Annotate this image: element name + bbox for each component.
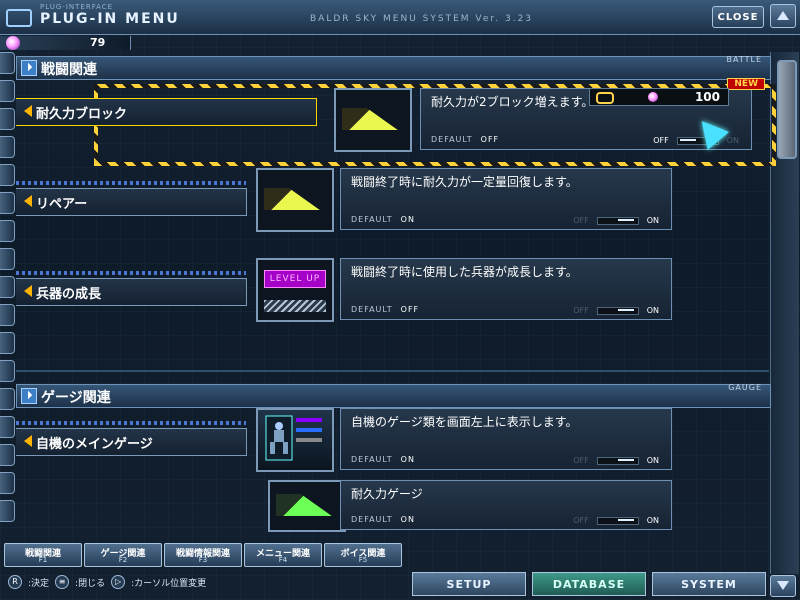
selection-cursor-icon bbox=[696, 118, 726, 144]
chevron-left-icon bbox=[24, 195, 32, 207]
toggle[interactable]: OFF ON bbox=[573, 216, 659, 225]
side-tab bbox=[0, 360, 15, 382]
chevron-logo-icon bbox=[6, 9, 32, 27]
chevron-left-icon bbox=[24, 435, 32, 447]
toggle[interactable]: OFF ON bbox=[573, 306, 659, 315]
plugin-name-plate[interactable]: 耐久力ブロック bbox=[16, 98, 317, 126]
plugin-name-plate[interactable]: 兵器の成長 bbox=[16, 271, 247, 306]
plugin-thumbnail bbox=[334, 88, 412, 152]
side-tab bbox=[0, 500, 15, 522]
top-bar: PLUG-INTERFACE PLUG-IN MENU BALDR SKY ME… bbox=[0, 0, 800, 35]
plugin-description: 戦闘終了時に使用した兵器が成長します。 bbox=[351, 265, 578, 279]
default-value: DEFAULT OFF bbox=[351, 305, 420, 314]
tab-voice[interactable]: ボイス関連 F5 bbox=[324, 543, 402, 567]
function-tabs: 戦闘関連 F1 ゲージ関連 F2 戦闘情報関連 F3 メニュー関連 F4 ボイス… bbox=[4, 543, 764, 569]
plugin-thumbnail bbox=[256, 168, 334, 232]
plugin-description: 耐久力ゲージ bbox=[351, 487, 423, 501]
plugin-description: 戦闘終了時に耐久力が一定量回復します。 bbox=[351, 175, 578, 189]
button-r-icon: R bbox=[8, 575, 22, 589]
side-tab bbox=[0, 276, 15, 298]
plugin-name: 耐久力ブロック bbox=[36, 107, 128, 122]
toggle[interactable]: OFF ON bbox=[573, 516, 659, 525]
gem-icon bbox=[648, 92, 658, 102]
subtitle: PLUG-INTERFACE bbox=[40, 3, 114, 11]
points-count: 79 bbox=[90, 36, 106, 49]
scroll-up-icon[interactable] bbox=[770, 4, 796, 28]
side-tab bbox=[0, 108, 15, 130]
plugin-thumbnail bbox=[256, 408, 334, 472]
scroll-thumb[interactable] bbox=[777, 60, 797, 159]
plugin-description: 自機のゲージ類を画面左上に表示します。 bbox=[351, 415, 578, 429]
side-tab bbox=[0, 164, 15, 186]
plugin-description-panel: 自機のゲージ類を画面左上に表示します。 DEFAULT ON OFF ON bbox=[340, 408, 672, 470]
side-tab bbox=[0, 332, 15, 354]
new-badge: NEW bbox=[727, 78, 765, 90]
plugin-description-panel: 耐久力ゲージ DEFAULT ON OFF ON bbox=[340, 480, 672, 530]
scroll-down-icon[interactable] bbox=[770, 575, 796, 597]
side-tab bbox=[0, 136, 15, 158]
plugin-name: 自機のメインゲージ bbox=[36, 437, 153, 452]
left-tab-strip bbox=[0, 52, 16, 540]
side-tab bbox=[0, 304, 15, 326]
plugin-description-panel: 戦闘終了時に耐久力が一定量回復します。 DEFAULT ON OFF ON bbox=[340, 168, 672, 230]
plugin-thumbnail bbox=[268, 480, 346, 532]
toggle[interactable]: OFF ON bbox=[573, 456, 659, 465]
chevron-left-icon bbox=[24, 105, 32, 117]
tab-menu[interactable]: メニュー関連 F4 bbox=[244, 543, 322, 567]
side-tab bbox=[0, 220, 15, 242]
section-tag: GAUGE bbox=[728, 383, 762, 392]
control-hints: R :決定 ≡ :閉じる ▷ :カーソル位置変更 bbox=[8, 575, 206, 589]
side-tab bbox=[0, 248, 15, 270]
page-title: PLUG-IN MENU bbox=[40, 11, 180, 27]
side-tab bbox=[0, 52, 15, 74]
tab-gauge[interactable]: ゲージ関連 F2 bbox=[84, 543, 162, 567]
side-tab bbox=[0, 192, 15, 214]
tab-battle-info[interactable]: 戦闘情報関連 F3 bbox=[164, 543, 242, 567]
chevron-left-icon bbox=[24, 285, 32, 297]
system-button[interactable]: SYSTEM bbox=[652, 572, 766, 596]
plugin-name-plate[interactable]: リペアー bbox=[16, 181, 247, 216]
dpad-icon: ▷ bbox=[111, 575, 126, 589]
side-tab bbox=[0, 80, 15, 102]
menu-button-icon: ≡ bbox=[55, 575, 70, 589]
section-tag: BATTLE bbox=[726, 55, 762, 64]
key-icon bbox=[596, 92, 614, 104]
default-value: DEFAULT ON bbox=[351, 515, 415, 524]
setup-button[interactable]: SETUP bbox=[412, 572, 526, 596]
section-title: ゲージ関連 bbox=[41, 390, 111, 406]
default-value: DEFAULT OFF bbox=[431, 135, 500, 144]
side-tab bbox=[0, 444, 15, 466]
arrow-down-right-icon bbox=[21, 60, 37, 76]
plugin-description-panel: 戦闘終了時に使用した兵器が成長します。 DEFAULT OFF OFF ON bbox=[340, 258, 672, 320]
arrow-down-right-icon bbox=[21, 388, 37, 404]
close-button[interactable]: CLOSE bbox=[712, 6, 764, 28]
plugin-name: リペアー bbox=[36, 197, 88, 212]
default-value: DEFAULT ON bbox=[351, 215, 415, 224]
side-tab bbox=[0, 416, 15, 438]
cost-panel: 100 bbox=[589, 88, 729, 106]
system-caption: BALDR SKY MENU SYSTEM Ver. 3.23 bbox=[310, 14, 534, 24]
gem-icon bbox=[6, 36, 20, 50]
section-header-battle: 戦闘関連 BATTLE bbox=[16, 55, 771, 80]
section-title: 戦闘関連 bbox=[41, 62, 97, 78]
side-tab bbox=[0, 472, 15, 494]
cost-value: 100 bbox=[694, 90, 720, 104]
tab-battle[interactable]: 戦闘関連 F1 bbox=[4, 543, 82, 567]
default-value: DEFAULT ON bbox=[351, 455, 415, 464]
plugin-thumbnail: LEVEL UP bbox=[256, 258, 334, 322]
section-header-gauge: ゲージ関連 GAUGE bbox=[16, 383, 771, 408]
mech-icon bbox=[265, 415, 322, 461]
plugin-description: 耐久力が2ブロック増えます。 bbox=[431, 95, 594, 109]
plugin-name-plate[interactable]: 自機のメインゲージ bbox=[16, 421, 247, 456]
database-button[interactable]: DATABASE bbox=[532, 572, 646, 596]
side-tab bbox=[0, 388, 15, 410]
section-divider bbox=[16, 370, 769, 372]
level-up-label: LEVEL UP bbox=[264, 270, 326, 288]
plugin-name: 兵器の成長 bbox=[36, 287, 102, 302]
